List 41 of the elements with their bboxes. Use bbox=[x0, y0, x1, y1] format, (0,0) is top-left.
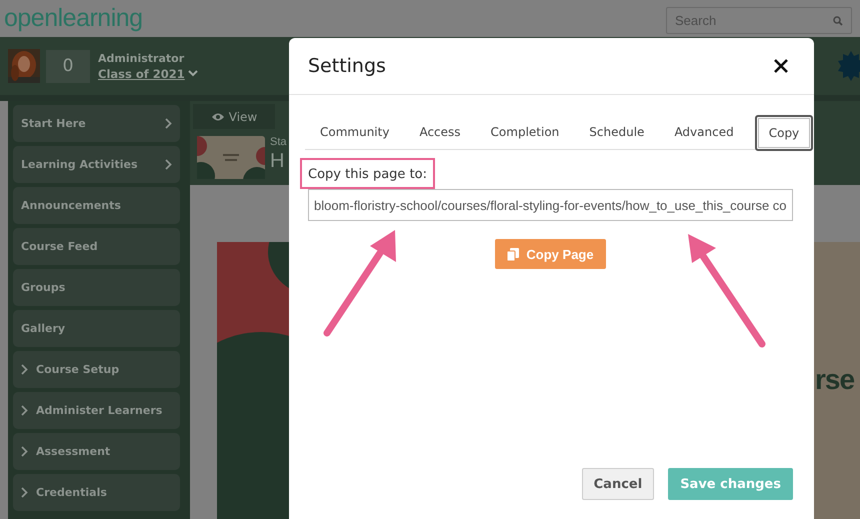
close-icon bbox=[774, 59, 788, 73]
field-label: Copy this page to: bbox=[300, 158, 435, 189]
chevron-right-icon bbox=[21, 487, 28, 498]
view-tab[interactable]: View bbox=[193, 104, 275, 129]
page-title: H bbox=[270, 150, 286, 173]
tab[interactable]: Advanced bbox=[659, 125, 749, 149]
sidebar-item[interactable]: Learning Activities bbox=[13, 146, 180, 183]
tab[interactable]: Schedule bbox=[574, 125, 660, 149]
sidebar-item[interactable]: Assessment bbox=[13, 433, 180, 470]
copy-icon bbox=[507, 248, 520, 260]
breadcrumb: Sta bbox=[270, 136, 287, 148]
sidebar-item[interactable]: Credentials bbox=[13, 474, 180, 511]
close-button[interactable] bbox=[772, 57, 790, 75]
tab[interactable]: Copy bbox=[754, 115, 814, 151]
chevron-down-icon bbox=[188, 70, 198, 77]
tab[interactable]: Community bbox=[305, 125, 404, 149]
eye-icon bbox=[210, 112, 225, 122]
search-icon bbox=[833, 16, 843, 26]
banner-heading: rse bbox=[815, 364, 854, 396]
sidebar-item[interactable]: Start Here bbox=[13, 105, 180, 142]
sidebar-item[interactable]: Announcements bbox=[13, 187, 180, 224]
copy-page-button[interactable]: Copy Page bbox=[495, 239, 606, 269]
chevron-right-icon bbox=[21, 405, 28, 416]
sidebar-item[interactable]: Course Setup bbox=[13, 351, 180, 388]
points-counter: 0 bbox=[46, 50, 90, 82]
chevron-right-icon bbox=[165, 159, 172, 170]
user-role: Administrator bbox=[98, 52, 186, 64]
sidebar-item[interactable]: Administer Learners bbox=[13, 392, 180, 429]
save-button[interactable]: Save changes bbox=[668, 468, 793, 500]
dialog-title: Settings bbox=[308, 55, 386, 77]
tab[interactable]: Access bbox=[404, 125, 476, 149]
cancel-button[interactable]: Cancel bbox=[582, 468, 654, 500]
chevron-right-icon bbox=[21, 364, 28, 375]
tab[interactable]: Completion bbox=[476, 125, 574, 149]
sidebar-item[interactable]: Gallery bbox=[13, 310, 180, 347]
url-field[interactable]: bloom-floristry-school/courses/floral-styling-for-events/how_to_use_this_course co bbox=[308, 189, 793, 221]
chevron-right-icon bbox=[165, 118, 172, 129]
class-dropdown[interactable]: Class of 2021 bbox=[98, 66, 198, 80]
sidebar-item[interactable]: Groups bbox=[13, 269, 180, 306]
sidebar-item[interactable]: Course Feed bbox=[13, 228, 180, 265]
chevron-right-icon bbox=[21, 446, 28, 457]
